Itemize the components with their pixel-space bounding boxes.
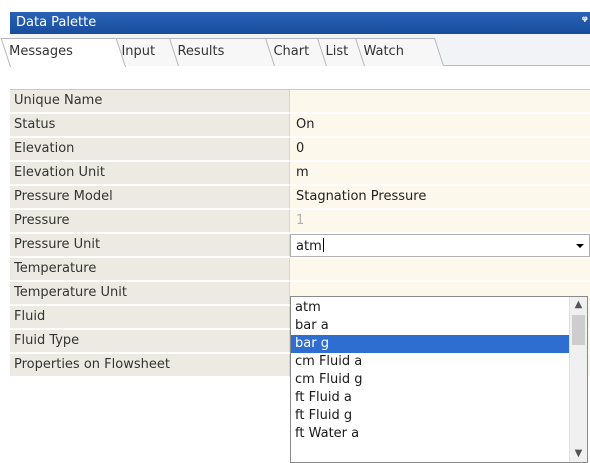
tab-label: Input bbox=[121, 44, 156, 59]
dropdown-option[interactable]: ft Fluid a bbox=[291, 389, 570, 407]
property-row-elevation[interactable]: Elevation 0 bbox=[10, 138, 590, 162]
data-palette-window: Data Palette ᵠ Messages Input Results Ch… bbox=[0, 0, 590, 463]
property-label: Pressure bbox=[10, 210, 290, 233]
tab-bar: Messages Input Results Chart List Watch bbox=[0, 34, 590, 67]
tab-label: Chart bbox=[273, 44, 310, 59]
property-label: Status bbox=[10, 114, 290, 137]
property-value[interactable]: 1 bbox=[290, 210, 590, 233]
property-row-pressure-model[interactable]: Pressure Model Stagnation Pressure bbox=[10, 186, 590, 210]
property-value[interactable]: Stagnation Pressure bbox=[290, 186, 590, 209]
tab-results[interactable]: Results bbox=[168, 38, 278, 66]
property-row-temperature[interactable]: Temperature bbox=[10, 258, 590, 282]
dropdown-option[interactable]: bar a bbox=[291, 317, 570, 335]
dropdown-option[interactable]: ft Fluid g bbox=[291, 407, 570, 425]
text-caret bbox=[322, 238, 324, 252]
property-label: Properties on Flowsheet bbox=[10, 354, 290, 377]
property-row-pressure[interactable]: Pressure 1 bbox=[10, 210, 590, 234]
tab-label: Results bbox=[177, 44, 225, 59]
property-value[interactable]: m bbox=[290, 162, 590, 185]
property-row-unique-name[interactable]: Unique Name bbox=[10, 90, 590, 114]
property-value[interactable] bbox=[290, 90, 590, 113]
property-row-elevation-unit[interactable]: Elevation Unit m bbox=[10, 162, 590, 186]
property-label: Pressure Model bbox=[10, 186, 290, 209]
dropdown-option-selected[interactable]: bar g bbox=[291, 335, 570, 353]
property-label: Temperature Unit bbox=[10, 282, 290, 305]
tab-messages[interactable]: Messages bbox=[0, 38, 126, 67]
dropdown-scrollbar[interactable]: ▲ ▼ bbox=[569, 297, 587, 462]
property-row-pressure-unit[interactable]: Pressure Unit atm bbox=[10, 234, 590, 258]
property-value[interactable]: 0 bbox=[290, 138, 590, 161]
property-label: Pressure Unit bbox=[10, 234, 290, 257]
property-label: Fluid Type bbox=[10, 330, 290, 353]
dropdown-option[interactable]: cm Fluid a bbox=[291, 353, 570, 371]
property-value[interactable]: On bbox=[290, 114, 590, 137]
dropdown-arrow-icon[interactable] bbox=[571, 235, 589, 256]
property-value[interactable] bbox=[290, 258, 590, 281]
tab-label: Messages bbox=[9, 44, 73, 59]
property-label: Elevation bbox=[10, 138, 290, 161]
tab-label: Watch bbox=[363, 44, 404, 59]
window-title: Data Palette bbox=[16, 15, 97, 30]
pressure-unit-dropdown-list[interactable]: atm bar a bar g cm Fluid a cm Fluid g ft… bbox=[290, 296, 588, 463]
pin-icon[interactable]: ᵠ bbox=[582, 14, 588, 29]
property-row-status[interactable]: Status On bbox=[10, 114, 590, 138]
dropdown-option[interactable]: cm Fluid g bbox=[291, 371, 570, 389]
dropdown-option[interactable]: atm bbox=[291, 299, 570, 317]
title-bar: Data Palette ᵠ bbox=[10, 12, 590, 34]
dropdown-option[interactable]: ft Water a bbox=[291, 425, 570, 443]
property-label: Fluid bbox=[10, 306, 290, 329]
scrollbar-thumb[interactable] bbox=[572, 315, 585, 345]
combobox-text: atm bbox=[296, 239, 322, 254]
tab-watch[interactable]: Watch bbox=[354, 38, 444, 66]
pressure-unit-combobox[interactable]: atm bbox=[290, 234, 590, 257]
property-label: Temperature bbox=[10, 258, 290, 281]
scroll-down-icon[interactable]: ▼ bbox=[570, 446, 587, 462]
property-label: Unique Name bbox=[10, 90, 290, 113]
property-label: Elevation Unit bbox=[10, 162, 290, 185]
scroll-up-icon[interactable]: ▲ bbox=[570, 297, 587, 313]
